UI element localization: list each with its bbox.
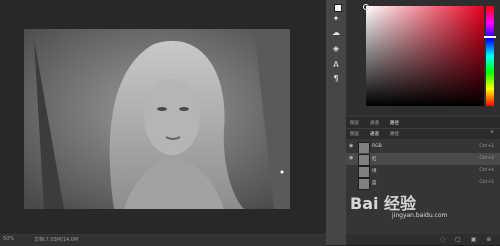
adjust-icon[interactable]: ☁ xyxy=(330,28,342,38)
eye-icon[interactable] xyxy=(349,168,354,173)
foreground-swatch[interactable] xyxy=(334,4,342,12)
list-item-name: 红 xyxy=(372,157,377,162)
eye-icon[interactable] xyxy=(349,180,354,185)
document-size: 文档:7.03M/14.0M xyxy=(34,237,79,243)
tab-top-2[interactable]: 通道 xyxy=(370,120,379,126)
tab-top-3[interactable]: 路径 xyxy=(390,120,399,126)
paragraph-icon[interactable]: ¶ xyxy=(330,74,342,84)
color-field[interactable] xyxy=(366,6,484,106)
hue-slider[interactable] xyxy=(486,6,494,106)
character-icon[interactable]: A xyxy=(330,60,342,70)
watermark-brand: Bai 经验 xyxy=(350,194,417,213)
list-item[interactable]: ◉ 红 Ctrl+3 xyxy=(346,153,500,166)
shortcut-label: Ctrl+5 xyxy=(479,180,494,185)
panel-menu-icon[interactable]: ≡ xyxy=(490,130,494,135)
brush-icon[interactable]: ✦ xyxy=(330,14,342,24)
panel-tab-row: 图层 通道 路径 ≡ xyxy=(346,128,500,139)
list-item[interactable]: ◉ RGB Ctrl+2 xyxy=(346,141,500,154)
tab-channels[interactable]: 通道 xyxy=(370,131,379,137)
shortcut-label: Ctrl+2 xyxy=(479,144,494,149)
canvas-image[interactable] xyxy=(24,29,290,209)
shortcut-label: Ctrl+3 xyxy=(479,156,494,161)
list-item[interactable]: 蓝 Ctrl+5 xyxy=(346,177,500,190)
status-bar: 50% 文档:7.03M/14.0M xyxy=(0,234,326,246)
tool-strip: ✦ ☁ ◈ A ¶ xyxy=(326,0,346,245)
shortcut-label: Ctrl+4 xyxy=(479,168,494,173)
hue-slider-handle[interactable] xyxy=(484,36,496,38)
list-item-name: 绿 xyxy=(372,169,377,174)
cube-icon[interactable]: ◈ xyxy=(330,44,342,54)
footer-icons[interactable]: ◌ ▢ ▣ ⊕ 🗑 xyxy=(440,236,500,243)
tab-top-1[interactable]: 图层 xyxy=(350,120,359,126)
eye-icon[interactable]: ◉ xyxy=(349,144,354,149)
tab-paths[interactable]: 路径 xyxy=(390,131,399,137)
thumbnail xyxy=(358,178,370,190)
color-picker-cursor[interactable] xyxy=(363,4,369,10)
zoom-level[interactable]: 50% xyxy=(3,236,14,242)
list-item[interactable]: 绿 Ctrl+4 xyxy=(346,165,500,178)
tab-layers[interactable]: 图层 xyxy=(350,131,359,137)
panel-tab-row-top: 图层 通道 路径 xyxy=(346,117,500,128)
eye-icon[interactable]: ◉ xyxy=(349,156,354,161)
list-item-name: 蓝 xyxy=(372,181,377,186)
watermark-url: jingyan.baidu.com xyxy=(392,212,448,219)
portrait-photo xyxy=(24,29,290,209)
list-item-name: RGB xyxy=(372,144,382,149)
